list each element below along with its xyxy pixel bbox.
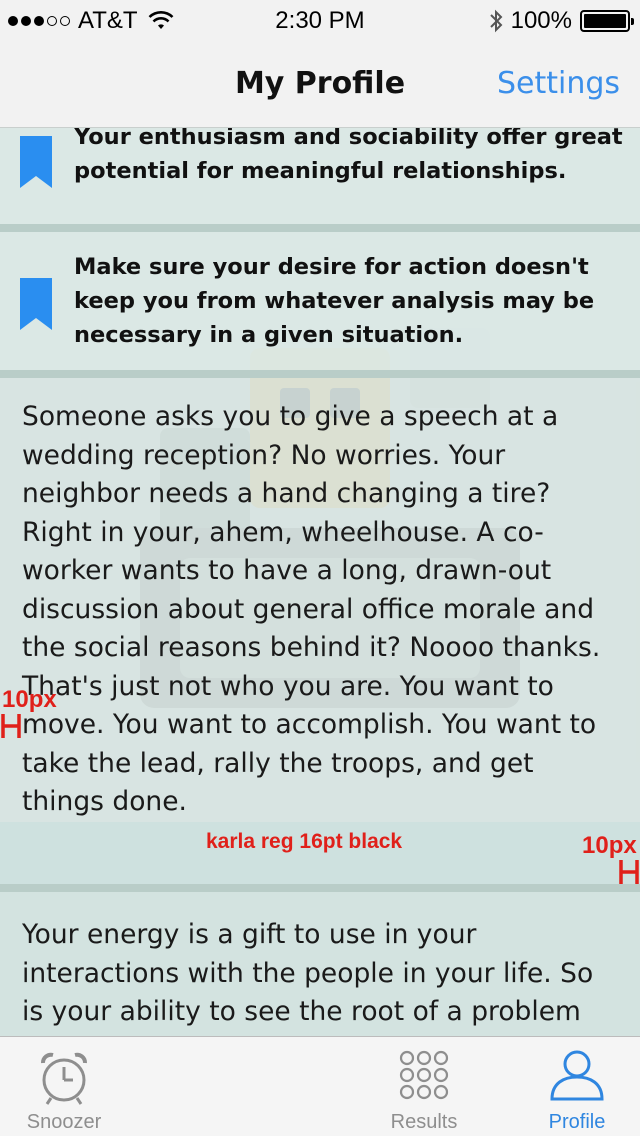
navigation-bar: My Profile Settings: [0, 40, 640, 128]
tip-text: Your enthusiasm and sociability offer gr…: [74, 128, 623, 184]
spacing-marker-icon: [619, 860, 639, 884]
paragraph-text: Someone asks you to give a speech at a w…: [22, 401, 601, 817]
paragraph-text: Your energy is a gift to use in your int…: [22, 919, 594, 1036]
status-right: 100%: [489, 7, 634, 35]
tab-label: Snoozer: [26, 1111, 102, 1133]
bookmark-icon: [20, 278, 52, 330]
profile-paragraph: Your energy is a gift to use in your int…: [0, 892, 640, 1036]
font-spec-annotation: karla reg 16pt black: [206, 830, 403, 853]
tab-results[interactable]: Results: [354, 1037, 494, 1136]
battery-icon: [580, 10, 634, 32]
bluetooth-icon: [489, 9, 503, 33]
section-divider: [0, 884, 640, 892]
spacing-annotation-left: 10px: [2, 686, 57, 713]
tip-text: Make sure your desire for action doesn't…: [74, 254, 595, 348]
profile-content[interactable]: Your enthusiasm and sociability offer gr…: [0, 128, 640, 1036]
spacing-annotation-right: 10px: [582, 832, 637, 859]
tip-card: Your enthusiasm and sociability offer gr…: [0, 128, 640, 232]
tab-label: Profile: [548, 1111, 606, 1133]
bookmark-icon: [20, 136, 52, 188]
grid-dots-icon: [399, 1050, 449, 1100]
tab-profile[interactable]: Profile: [507, 1037, 640, 1136]
spacing-marker-icon: [1, 714, 21, 738]
status-bar: AT&T 2:30 PM 100%: [0, 0, 640, 40]
profile-paragraph: Someone asks you to give a speech at a w…: [0, 378, 640, 884]
tab-snoozer[interactable]: Snoozer: [0, 1037, 134, 1136]
person-icon: [550, 1050, 604, 1101]
alarm-clock-icon: [41, 1052, 87, 1105]
tip-card: Make sure your desire for action doesn't…: [0, 232, 640, 378]
settings-button[interactable]: Settings: [497, 66, 620, 101]
tab-bar: Snoozer Results Profile: [0, 1036, 640, 1136]
battery-percent: 100%: [510, 7, 572, 34]
tab-label: Results: [390, 1111, 458, 1133]
screen: AT&T 2:30 PM 100% My Profile Settings Yo…: [0, 0, 640, 1136]
